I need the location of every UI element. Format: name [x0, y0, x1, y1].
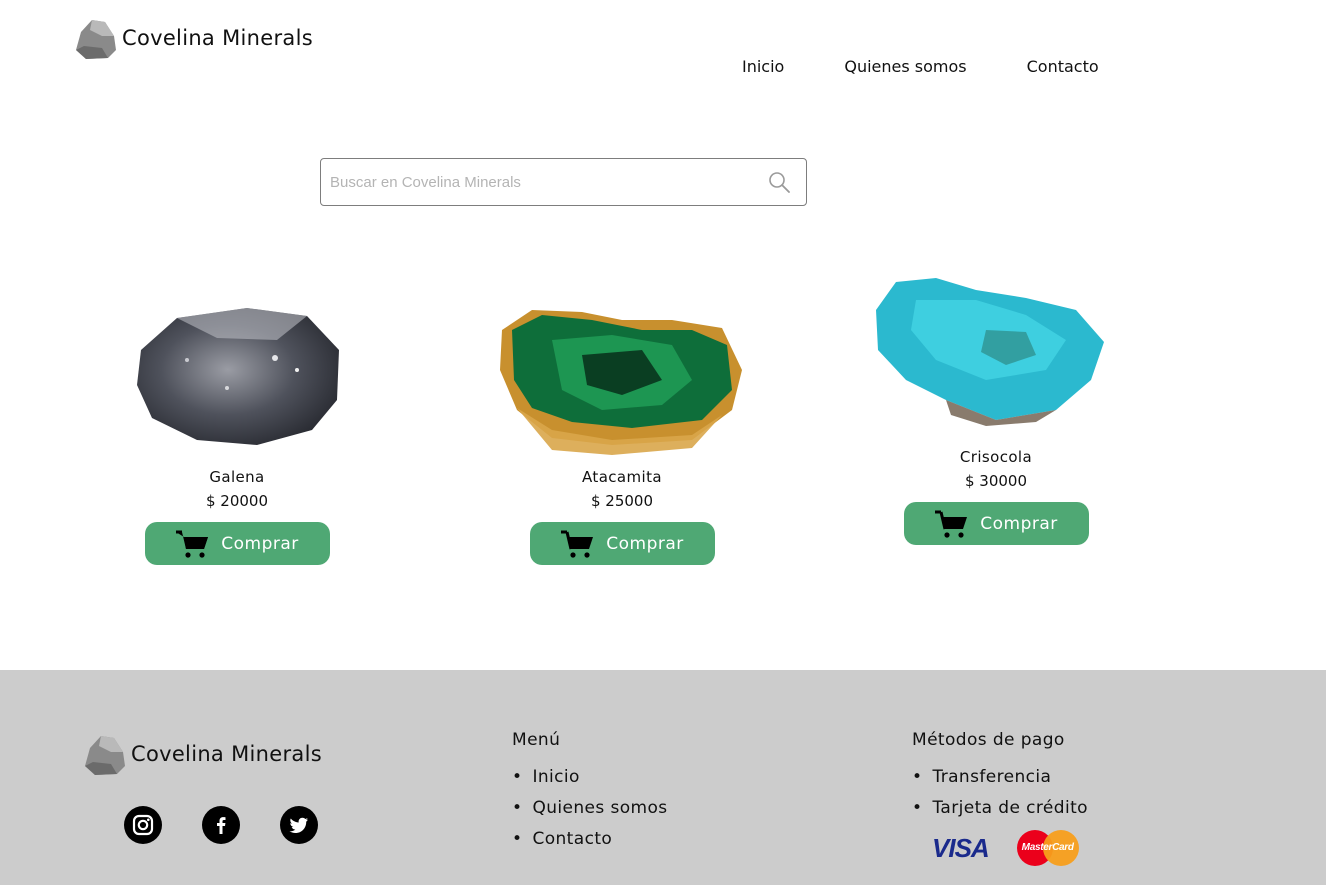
nav-item-inicio[interactable]: Inicio — [742, 57, 784, 76]
product-image-galena — [107, 290, 367, 460]
brand-name: Covelina Minerals — [122, 26, 313, 50]
product-card: Atacamita $ 25000 Comprar — [492, 290, 752, 565]
social-links — [124, 806, 318, 844]
product-price: $ 25000 — [590, 492, 654, 510]
product-image-atacamita — [492, 290, 752, 460]
payment-cards: VISA MasterCard — [932, 830, 1088, 866]
rock-logo-icon — [85, 736, 125, 775]
product-image-crisocola — [866, 270, 1126, 440]
search-icon[interactable] — [768, 171, 790, 193]
instagram-icon[interactable] — [124, 806, 162, 844]
buy-button-label: Comprar — [606, 533, 684, 554]
buy-button-crisocola[interactable]: Comprar — [903, 502, 1089, 545]
product-name: Crisocola — [959, 448, 1033, 466]
product-name: Atacamita — [582, 468, 662, 486]
cart-icon — [935, 510, 968, 538]
buy-button-galena[interactable]: Comprar — [144, 522, 330, 565]
visa-logo-icon: VISA — [932, 832, 990, 863]
footer-brand[interactable]: Covelina Minerals — [81, 732, 322, 776]
product-price: $ 30000 — [964, 472, 1028, 490]
main-nav: Inicio Quienes somos Contacto — [742, 57, 1099, 76]
twitter-icon[interactable] — [280, 806, 318, 844]
buy-button-atacamita[interactable]: Comprar — [529, 522, 715, 565]
product-price: $ 20000 — [205, 492, 269, 510]
buy-button-label: Comprar — [221, 533, 299, 554]
nav-item-quienes-somos[interactable]: Quienes somos — [844, 57, 966, 76]
product-card: Crisocola $ 30000 Comprar — [866, 270, 1126, 545]
facebook-icon[interactable] — [202, 806, 240, 844]
search-box — [320, 158, 807, 206]
footer-menu-item-inicio[interactable]: Inicio — [512, 762, 668, 793]
header-brand[interactable]: Covelina Minerals — [72, 16, 313, 60]
footer-menu: Menú Inicio Quienes somos Contacto — [512, 730, 668, 855]
mastercard-logo-icon: MasterCard — [1016, 830, 1079, 866]
cart-icon — [561, 530, 594, 558]
footer-menu-item-quienes-somos[interactable]: Quienes somos — [512, 793, 668, 824]
footer: Covelina Minerals Menú Inicio Quienes so… — [0, 670, 1326, 885]
product-name: Galena — [209, 468, 265, 486]
product-card: Galena $ 20000 Comprar — [107, 290, 367, 565]
footer-payments-title: Métodos de pago — [912, 730, 1065, 750]
payment-method-tarjeta: Tarjeta de crédito — [912, 793, 1088, 824]
footer-menu-title: Menú — [512, 730, 561, 750]
footer-brand-name: Covelina Minerals — [131, 742, 322, 766]
cart-icon — [176, 530, 209, 558]
footer-menu-item-contacto[interactable]: Contacto — [512, 824, 668, 855]
mastercard-label: MasterCard — [1021, 842, 1074, 853]
nav-item-contacto[interactable]: Contacto — [1027, 57, 1099, 76]
rock-logo-icon — [76, 20, 116, 59]
payment-method-transferencia: Transferencia — [912, 762, 1088, 793]
search-input[interactable] — [330, 159, 750, 205]
buy-button-label: Comprar — [980, 513, 1058, 534]
footer-payments: Métodos de pago Transferencia Tarjeta de… — [912, 730, 1088, 866]
